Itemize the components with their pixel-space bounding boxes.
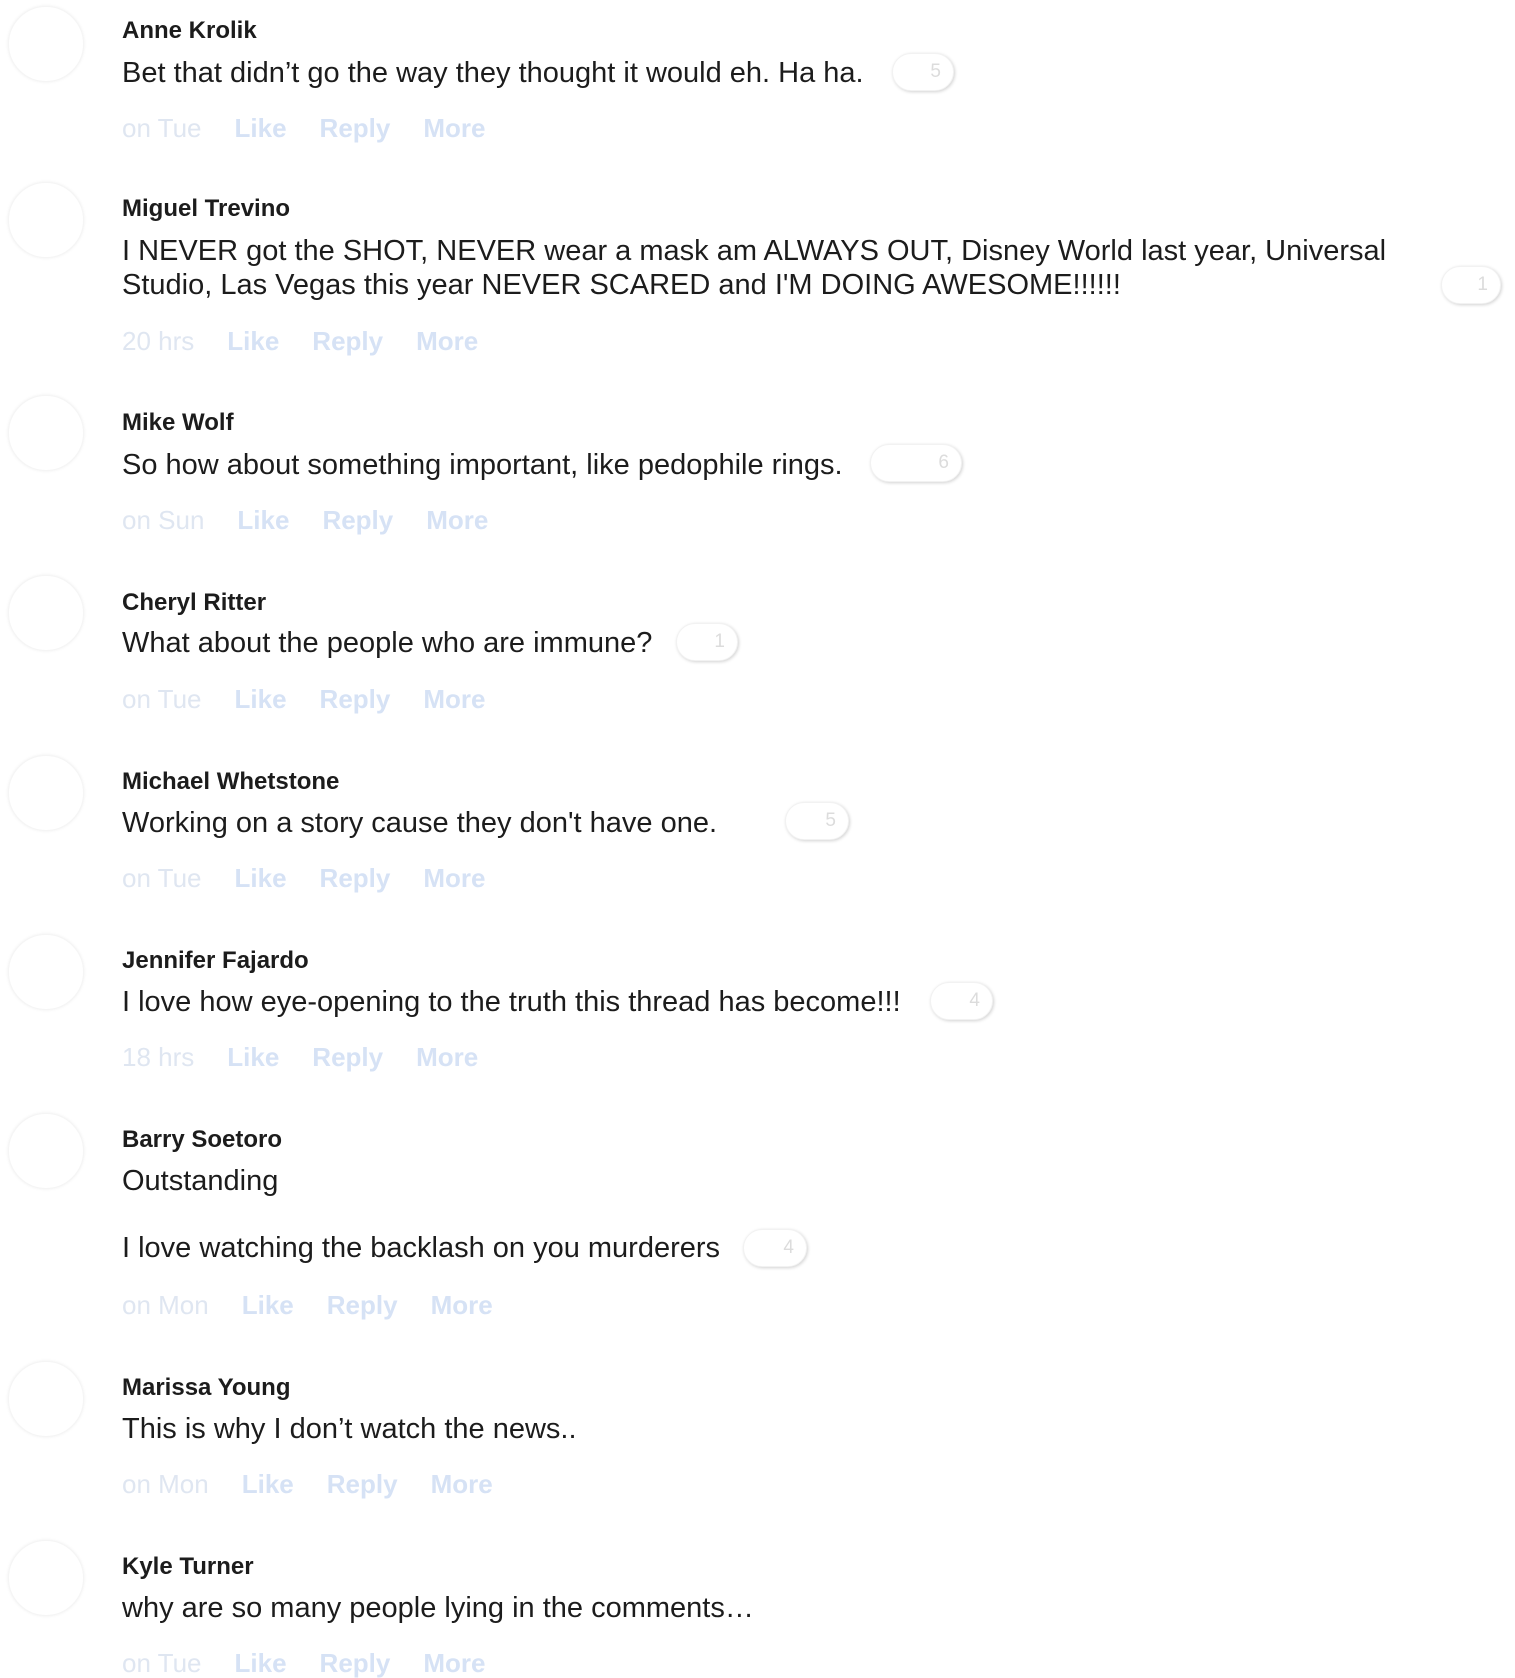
more-button[interactable]: More [423, 113, 485, 143]
like-button[interactable]: Like [235, 863, 287, 893]
like-button[interactable]: Like [235, 113, 287, 143]
like-button[interactable]: Like [242, 1290, 294, 1320]
like-button[interactable]: Like [237, 505, 289, 535]
comment-text: I NEVER got the SHOT, NEVER wear a mask … [122, 235, 1387, 267]
avatar[interactable] [8, 1540, 84, 1616]
more-button[interactable]: More [426, 505, 488, 535]
comment-author[interactable]: Jennifer Fajardo [122, 947, 309, 975]
comment-author[interactable]: Cheryl Ritter [122, 589, 266, 617]
comment-timestamp: on Tue [122, 863, 202, 893]
comment-actions: on Mon Like Reply More [122, 1469, 526, 1499]
avatar[interactable] [8, 934, 84, 1010]
comment-author[interactable]: Mike Wolf [122, 409, 234, 437]
comment-actions: on Sun Like Reply More [122, 505, 521, 535]
comment-timestamp: 20 hrs [122, 326, 195, 356]
avatar[interactable] [8, 395, 84, 471]
more-button[interactable]: More [431, 1469, 493, 1499]
reply-button[interactable]: Reply [320, 1648, 391, 1678]
comment-text: What about the people who are immune? [122, 627, 653, 659]
comment-author[interactable]: Michael Whetstone [122, 768, 339, 796]
comment-author[interactable]: Anne Krolik [122, 17, 257, 45]
comment-timestamp: on Tue [122, 684, 202, 714]
reply-button[interactable]: Reply [320, 113, 391, 143]
comment-actions: on Mon Like Reply More [122, 1290, 526, 1320]
like-button[interactable]: Like [235, 684, 287, 714]
comment-timestamp: on Mon [122, 1290, 209, 1320]
reply-button[interactable]: Reply [327, 1469, 398, 1499]
avatar[interactable] [8, 1361, 84, 1437]
comment-text: I love how eye-opening to the truth this… [122, 986, 901, 1018]
like-button[interactable]: Like [227, 1042, 279, 1072]
reply-button[interactable]: Reply [312, 1042, 383, 1072]
comment-actions: on Tue Like Reply More [122, 113, 518, 143]
more-button[interactable]: More [431, 1290, 493, 1320]
avatar[interactable] [8, 1113, 84, 1189]
comment-author[interactable]: Miguel Trevino [122, 195, 290, 223]
reaction-count[interactable]: 1 [676, 623, 738, 661]
reaction-count[interactable]: 1 [1441, 266, 1501, 304]
like-button[interactable]: Like [227, 326, 279, 356]
comment-timestamp: 18 hrs [122, 1042, 195, 1072]
comment-text: Bet that didn’t go the way they thought … [122, 57, 864, 89]
like-button[interactable]: Like [235, 1648, 287, 1678]
comment-text: why are so many people lying in the comm… [122, 1592, 754, 1624]
reaction-count[interactable]: 4 [930, 982, 993, 1020]
comment-text: Outstanding [122, 1165, 279, 1197]
comment-actions: on Tue Like Reply More [122, 863, 518, 893]
comment-author[interactable]: Kyle Turner [122, 1553, 254, 1581]
reaction-count[interactable]: 6 [870, 444, 962, 482]
avatar[interactable] [8, 6, 84, 82]
reply-button[interactable]: Reply [320, 863, 391, 893]
reply-button[interactable]: Reply [327, 1290, 398, 1320]
comment-text: This is why I don’t watch the news.. [122, 1413, 577, 1445]
comment-text: So how about something important, like p… [122, 449, 843, 481]
more-button[interactable]: More [423, 1648, 485, 1678]
reply-button[interactable]: Reply [312, 326, 383, 356]
reply-button[interactable]: Reply [322, 505, 393, 535]
like-button[interactable]: Like [242, 1469, 294, 1499]
comment-actions: on Tue Like Reply More [122, 1648, 518, 1678]
avatar[interactable] [8, 755, 84, 831]
comment-timestamp: on Tue [122, 113, 202, 143]
comment-timestamp: on Tue [122, 1648, 202, 1678]
avatar[interactable] [8, 575, 84, 651]
more-button[interactable]: More [423, 863, 485, 893]
reply-button[interactable]: Reply [320, 684, 391, 714]
comment-actions: 20 hrs Like Reply More [122, 326, 511, 356]
reaction-count[interactable]: 5 [892, 53, 954, 91]
comment-timestamp: on Mon [122, 1469, 209, 1499]
comment-text: Working on a story cause they don't have… [122, 807, 718, 839]
more-button[interactable]: More [416, 326, 478, 356]
comment-actions: 18 hrs Like Reply More [122, 1042, 511, 1072]
comment-text: Studio, Las Vegas this year NEVER SCARED… [122, 269, 1121, 301]
reaction-count[interactable]: 5 [785, 802, 849, 840]
reaction-count[interactable]: 4 [743, 1229, 807, 1267]
comment-author[interactable]: Barry Soetoro [122, 1126, 282, 1154]
comment-actions: on Tue Like Reply More [122, 684, 518, 714]
comment-timestamp: on Sun [122, 505, 205, 535]
avatar[interactable] [8, 182, 84, 258]
comment-author[interactable]: Marissa Young [122, 1374, 291, 1402]
more-button[interactable]: More [423, 684, 485, 714]
more-button[interactable]: More [416, 1042, 478, 1072]
comment-text: I love watching the backlash on you murd… [122, 1232, 721, 1264]
